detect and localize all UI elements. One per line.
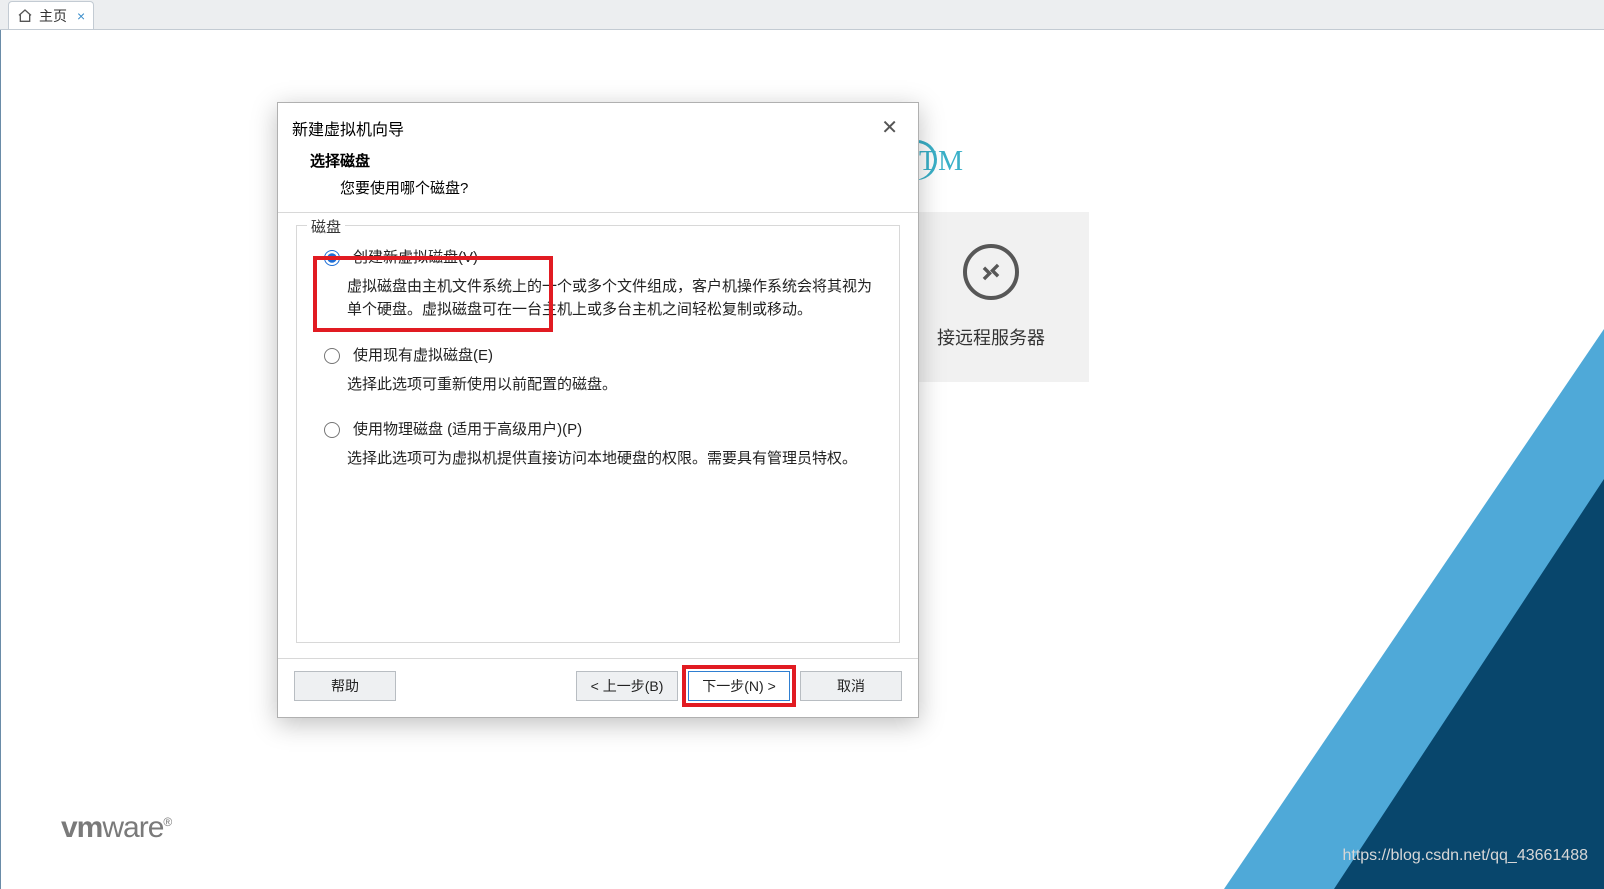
radio-use-physical-disk-input[interactable] [324,422,340,438]
cancel-button[interactable]: 取消 [800,671,902,701]
close-button[interactable]: ✕ [875,113,904,142]
tab-home[interactable]: 主页 × [8,1,94,29]
radio-create-new-disk-label: 创建新虚拟磁盘(V) [353,246,478,267]
home-icon [17,8,33,24]
content-area: TM 接远程服务器 新建虚拟机向导 ✕ 选择磁盘 您要使用哪个磁盘? 磁盘 [0,30,1604,889]
dialog-sub-heading: 选择磁盘 [310,150,886,171]
connect-remote-icon [963,244,1019,300]
disk-group: 磁盘 创建新虚拟磁盘(V) 虚拟磁盘由主机文件系统上的一个或多个文件组成，客户机… [296,225,900,643]
vmware-logo: vmware® [61,811,171,845]
radio-use-physical-disk-desc: 选择此选项可为虚拟机提供直接访问本地硬盘的权限。需要具有管理员特权。 [347,447,877,470]
dialog-footer: 帮助 < 上一步(B) 下一步(N) > 取消 [278,658,918,717]
card-connect-remote-label: 接远程服务器 [937,324,1045,350]
next-button[interactable]: 下一步(N) > [688,671,790,701]
next-button-wrap: 下一步(N) > [688,671,790,701]
help-button[interactable]: 帮助 [294,671,396,701]
radio-create-new-disk-input[interactable] [324,250,340,266]
radio-use-existing-disk[interactable]: 使用现有虚拟磁盘(E) [319,344,877,365]
dialog-sub-question: 您要使用哪个磁盘? [310,171,886,198]
radio-create-new-disk-desc: 虚拟磁盘由主机文件系统上的一个或多个文件组成，客户机操作系统会将其视为单个硬盘。… [347,275,877,322]
card-connect-remote[interactable]: 接远程服务器 [893,212,1089,382]
dialog-title: 新建虚拟机向导 [292,116,404,140]
radio-use-existing-disk-input[interactable] [324,348,340,364]
radio-use-physical-disk[interactable]: 使用物理磁盘 (适用于高级用户)(P) [319,418,877,439]
radio-create-new-disk[interactable]: 创建新虚拟磁盘(V) [319,246,877,267]
dialog-body: 磁盘 创建新虚拟磁盘(V) 虚拟磁盘由主机文件系统上的一个或多个文件组成，客户机… [278,213,918,658]
dialog-subheader: 选择磁盘 您要使用哪个磁盘? [278,142,918,213]
decorative-triangle [1334,479,1604,889]
trademark-text: TM [919,146,965,178]
radio-use-existing-disk-label: 使用现有虚拟磁盘(E) [353,344,493,365]
wizard-dialog: 新建虚拟机向导 ✕ 选择磁盘 您要使用哪个磁盘? 磁盘 创建新虚拟磁盘(V) 虚… [277,102,919,718]
watermark-url: https://blog.csdn.net/qq_43661488 [1342,847,1588,865]
group-legend: 磁盘 [307,216,345,237]
radio-use-physical-disk-label: 使用物理磁盘 (适用于高级用户)(P) [353,418,582,439]
back-button[interactable]: < 上一步(B) [576,671,678,701]
close-icon[interactable]: × [77,8,85,24]
tab-bar: 主页 × [0,0,1604,30]
tab-home-label: 主页 [39,6,67,26]
radio-use-existing-disk-desc: 选择此选项可重新使用以前配置的磁盘。 [347,373,877,396]
